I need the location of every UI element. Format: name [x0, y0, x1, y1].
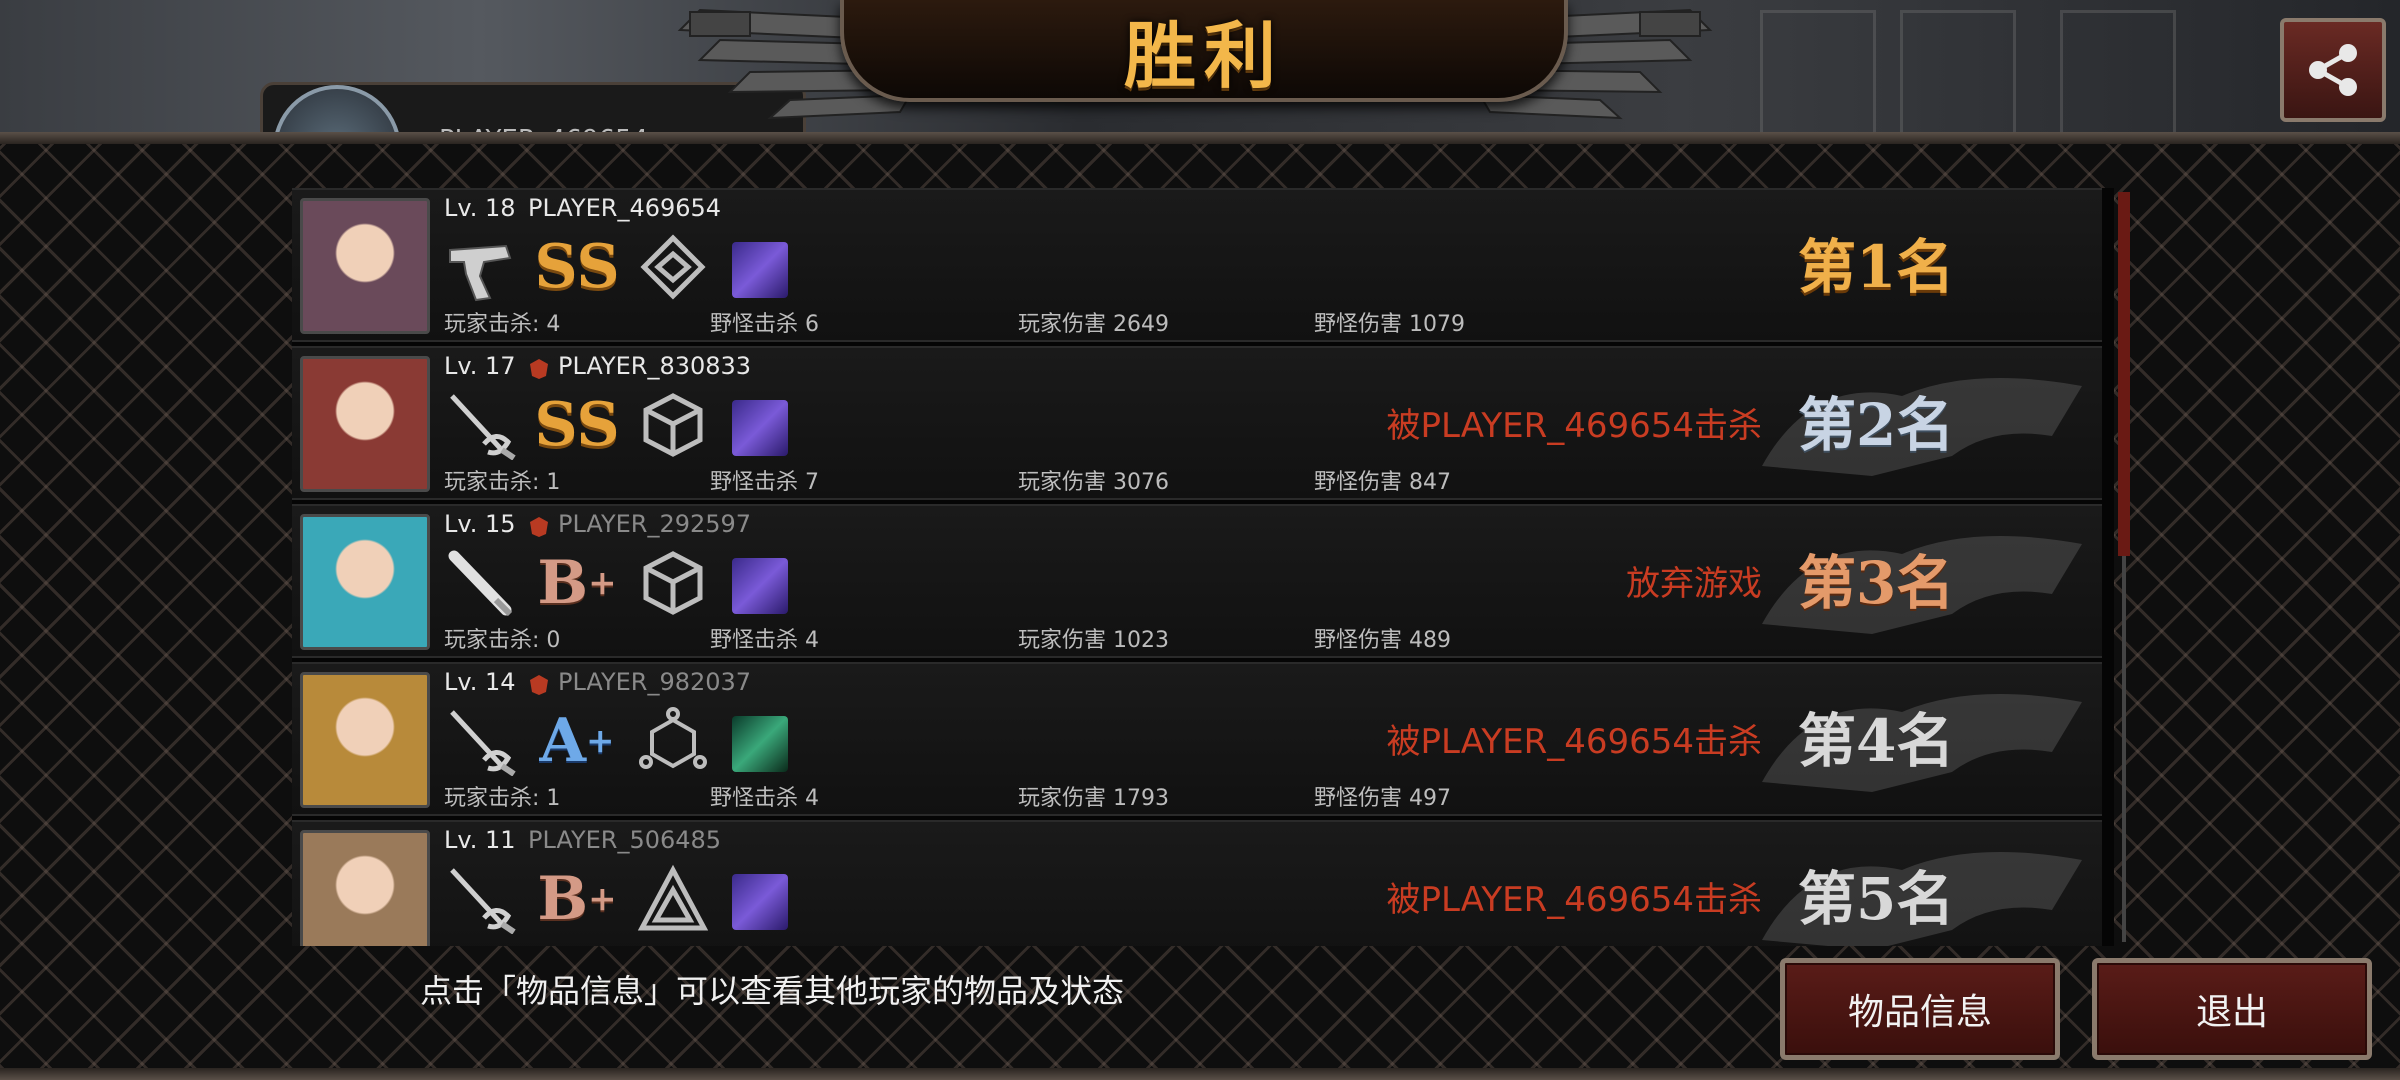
grade-badge: B + — [537, 864, 617, 934]
item-info-button[interactable]: 物品信息 — [1780, 958, 2060, 1060]
loadout-icons: A + — [444, 706, 788, 777]
diamond-emblem-icon — [636, 232, 710, 302]
loadout-icons: B + — [444, 548, 788, 618]
player-damage: 玩家伤害 3076 — [1018, 470, 1169, 495]
rank-label: 第4名 — [1798, 707, 1955, 775]
player-result-row[interactable]: Lv. 14 PLAYER_982037 A + 玩家击杀: 1 野怪击杀 4 玩… — [292, 662, 2102, 816]
player-name: PLAYER_469654 — [528, 194, 722, 222]
monster-damage: 野怪伤害 497 — [1314, 786, 1451, 811]
player-result-row[interactable]: Lv. 11 PLAYER_506485 B + 被PLAYER_469654击杀… — [292, 820, 2102, 946]
rank-label: 第5名 — [1798, 865, 1955, 933]
rank-label: 第1名 — [1798, 233, 1955, 301]
pistol-icon — [444, 232, 518, 302]
grade-badge: SS — [534, 390, 620, 460]
purple-item-icon — [732, 558, 788, 614]
character-avatar[interactable] — [300, 514, 430, 650]
player-result-row[interactable]: Lv. 17 PLAYER_830833 SS 玩家击杀: 1 野怪击杀 7 玩… — [292, 346, 2102, 500]
monster-damage: 野怪伤害 1079 — [1314, 312, 1465, 337]
player-level: Lv. 15 — [444, 510, 516, 538]
background-window — [2060, 10, 2176, 136]
footer-tip: 点击「物品信息」可以查看其他玩家的物品及状态 — [420, 972, 1125, 1010]
player-result-row[interactable]: Lv. 15 PLAYER_292597 B + 玩家击杀: 0 野怪击杀 4 玩… — [292, 504, 2102, 658]
player-level: Lv. 18 — [444, 194, 516, 222]
clan-badge-icon — [530, 359, 548, 379]
victory-title-plate: 胜利 — [840, 0, 1568, 102]
rapier-icon — [444, 864, 518, 935]
top-divider — [0, 132, 2400, 144]
elimination-status: 被PLAYER_469654击杀 — [1386, 722, 1762, 762]
monster-kills: 野怪击杀 7 — [710, 470, 819, 495]
share-button[interactable] — [2280, 18, 2386, 122]
cube-emblem-icon — [636, 390, 710, 460]
player-level: Lv. 17 — [444, 352, 516, 380]
monster-damage: 野怪伤害 489 — [1314, 628, 1451, 653]
rank-label: 第2名 — [1798, 391, 1955, 459]
background-window — [1900, 10, 2016, 136]
player-level: Lv. 11 — [444, 826, 516, 854]
player-kills: 玩家击杀: 0 — [444, 628, 561, 653]
purple-item-icon — [732, 874, 788, 930]
player-kills: 玩家击杀: 1 — [444, 470, 561, 495]
grade-badge: A + — [539, 706, 615, 776]
player-result-row[interactable]: Lv. 18 PLAYER_469654 SS 玩家击杀: 4 野怪击杀 6 玩… — [292, 188, 2102, 342]
player-name: PLAYER_292597 — [558, 510, 752, 538]
player-name: PLAYER_982037 — [558, 668, 752, 696]
player-damage: 玩家伤害 1023 — [1018, 628, 1169, 653]
green-item-icon — [732, 716, 788, 772]
rapier-icon — [444, 706, 518, 777]
clan-badge-icon — [530, 675, 548, 695]
hex-emblem-icon — [636, 706, 710, 776]
elimination-status: 被PLAYER_469654击杀 — [1386, 406, 1762, 446]
bat-icon — [444, 548, 518, 618]
player-kills: 玩家击杀: 4 — [444, 312, 561, 337]
player-damage: 玩家伤害 2649 — [1018, 312, 1169, 337]
exit-button[interactable]: 退出 — [2092, 958, 2372, 1060]
character-avatar[interactable] — [300, 672, 430, 808]
player-damage: 玩家伤害 1793 — [1018, 786, 1169, 811]
player-name: PLAYER_506485 — [528, 826, 722, 854]
page-title: 胜利 — [1123, 12, 1284, 98]
monster-kills: 野怪击杀 4 — [710, 786, 819, 811]
monster-kills: 野怪击杀 6 — [710, 312, 819, 337]
clan-badge-icon — [530, 517, 548, 537]
background-window — [1760, 10, 1876, 136]
results-list[interactable]: Lv. 18 PLAYER_469654 SS 玩家击杀: 4 野怪击杀 6 玩… — [292, 188, 2114, 946]
grade-badge: SS — [534, 232, 620, 302]
player-name: PLAYER_830833 — [558, 352, 752, 380]
player-level: Lv. 14 — [444, 668, 516, 696]
character-avatar[interactable] — [300, 830, 430, 946]
share-icon — [2309, 44, 2357, 96]
loadout-icons: SS — [444, 232, 788, 302]
purple-item-icon — [732, 242, 788, 298]
elimination-status: 被PLAYER_469654击杀 — [1386, 880, 1762, 920]
player-kills: 玩家击杀: 1 — [444, 786, 561, 811]
character-avatar[interactable] — [300, 356, 430, 492]
rank-label: 第3名 — [1798, 549, 1955, 617]
grade-badge: B + — [537, 548, 617, 618]
cube-emblem-icon — [636, 548, 710, 618]
loadout-icons: B + — [444, 864, 788, 935]
monster-kills: 野怪击杀 4 — [710, 628, 819, 653]
loadout-icons: SS — [444, 390, 788, 461]
rapier-icon — [444, 390, 518, 461]
character-avatar[interactable] — [300, 198, 430, 334]
bottom-divider — [0, 1068, 2400, 1080]
monster-damage: 野怪伤害 847 — [1314, 470, 1451, 495]
triangle-emblem-icon — [636, 864, 710, 934]
purple-item-icon — [732, 400, 788, 456]
scrollbar-thumb[interactable] — [2118, 192, 2130, 556]
elimination-status: 放弃游戏 — [1626, 564, 1762, 604]
